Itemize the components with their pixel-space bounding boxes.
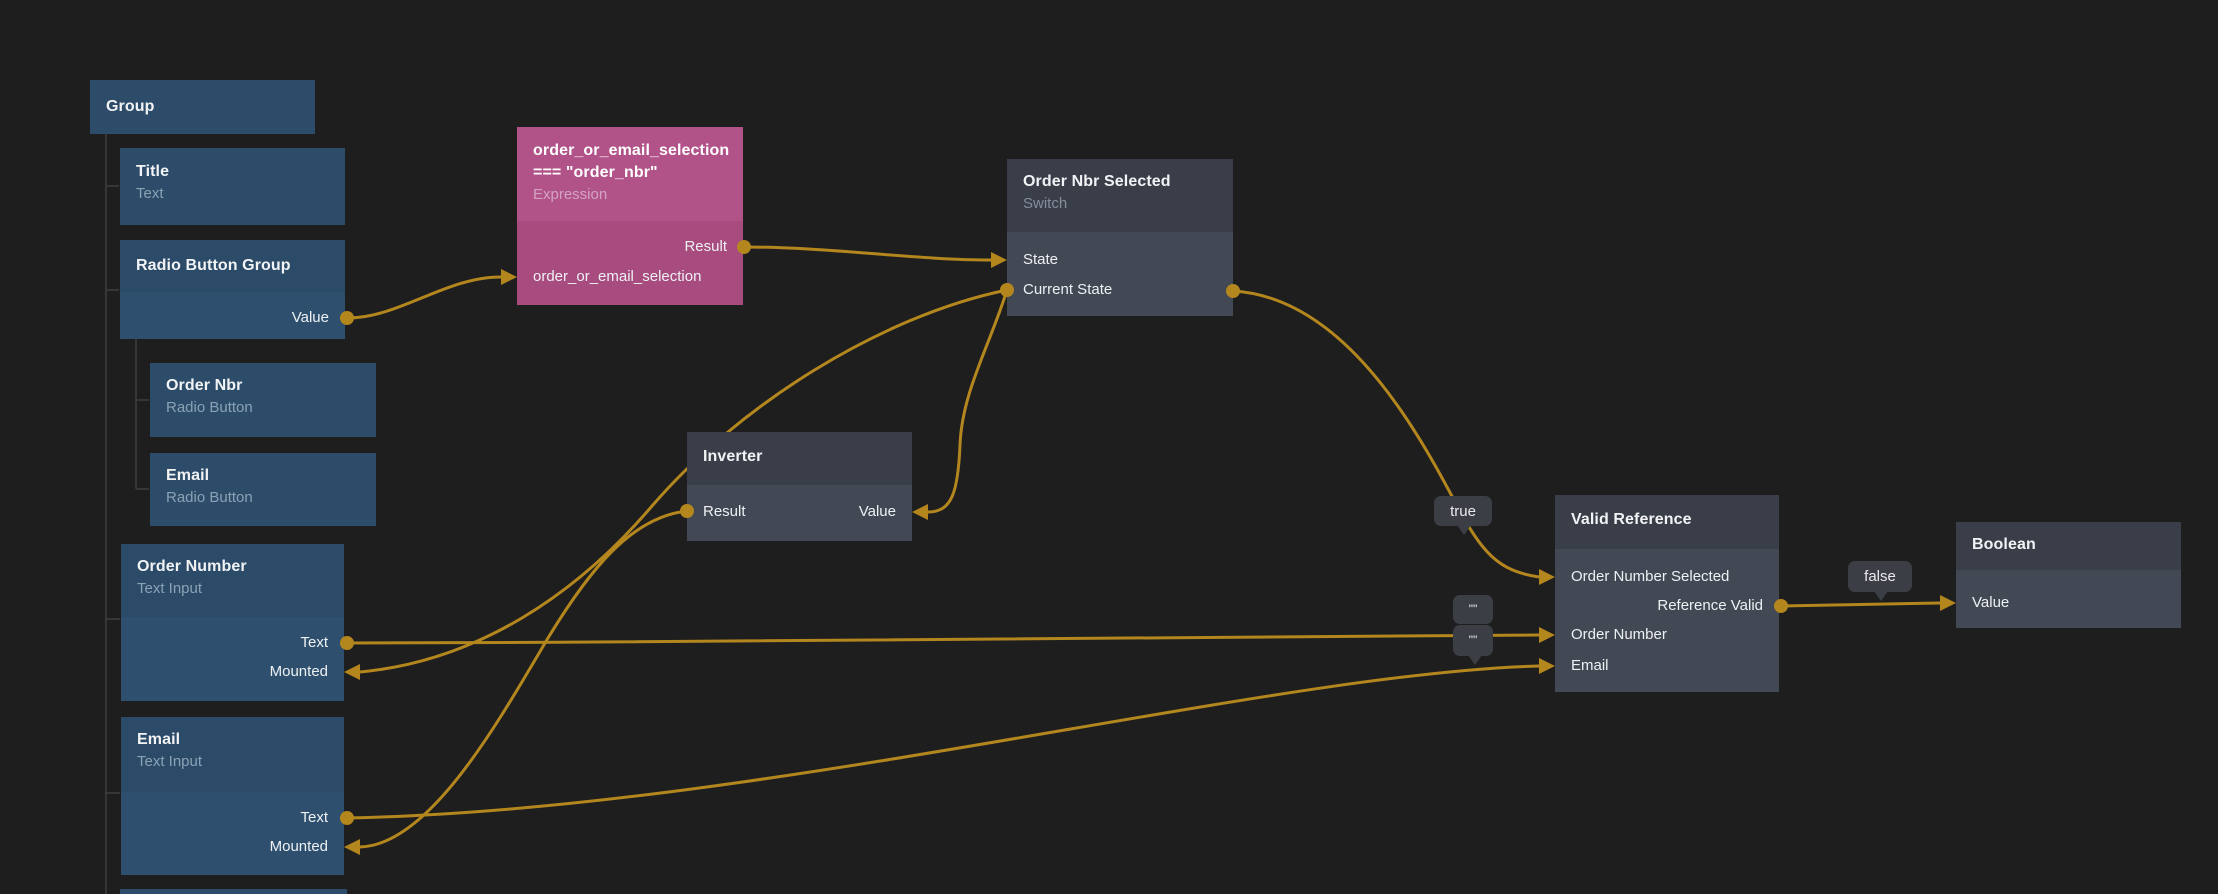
node-title-text[interactable]: Title Text <box>120 148 345 225</box>
node-inverter[interactable]: Inverter Result Value <box>687 432 912 541</box>
node-order-number-input-subtitle: Text Input <box>137 578 328 599</box>
node-group[interactable]: Group <box>90 80 315 134</box>
node-order-nbr-radio-subtitle: Radio Button <box>166 397 360 418</box>
badge-false-pointer <box>1874 591 1888 601</box>
node-order-number-input-title: Order Number <box>137 556 328 578</box>
badge-empty-string-email: "" <box>1453 625 1493 656</box>
port-dot-email-text[interactable] <box>340 811 354 825</box>
wire-email-text-to-validreference[interactable] <box>347 666 1539 818</box>
node-valid-reference-title: Valid Reference <box>1571 509 1763 531</box>
node-partial-bottom[interactable] <box>120 889 347 894</box>
port-arrow-boolean-value[interactable] <box>1940 595 1956 611</box>
wire-referencevalid-to-boolean-value[interactable] <box>1781 603 1940 606</box>
node-title-text-subtitle: Text <box>136 183 329 204</box>
port-label-vr-order-number-selected: Order Number Selected <box>1571 567 1729 587</box>
node-order-nbr-radio-title: Order Nbr <box>166 375 360 397</box>
port-arrow-email-mounted[interactable] <box>344 839 360 855</box>
node-email-radio-title: Email <box>166 465 360 487</box>
port-dot-reference-valid[interactable] <box>1774 599 1788 613</box>
node-boolean[interactable]: Boolean Value <box>1956 522 2181 628</box>
port-label-switch-state: State <box>1023 250 1058 270</box>
port-dot-expression-result[interactable] <box>737 240 751 254</box>
node-email-radio[interactable]: Email Radio Button <box>150 453 376 526</box>
port-dot-inverter-result[interactable] <box>680 504 694 518</box>
port-label-ordernumber-text: Text <box>300 633 328 653</box>
node-group-title: Group <box>90 96 155 118</box>
port-arrow-switch-state[interactable] <box>991 252 1007 268</box>
node-email-input-subtitle: Text Input <box>137 751 328 772</box>
wire-ordernumber-text-to-validreference[interactable] <box>347 635 1539 643</box>
port-label-boolean-value: Value <box>1972 593 2009 613</box>
port-label-inverter-value: Value <box>859 502 896 522</box>
node-boolean-title: Boolean <box>1972 534 2165 556</box>
port-arrow-vr-order-number[interactable] <box>1539 627 1555 643</box>
wire-switch-currentstate-to-inverter-value[interactable] <box>928 290 1007 512</box>
node-expression-subtitle: Expression <box>533 184 727 205</box>
badge-true: true <box>1434 496 1492 526</box>
port-arrow-ordernumber-mounted[interactable] <box>344 664 360 680</box>
port-label-expression-result: Result <box>684 237 727 257</box>
port-dot-ordernumber-text[interactable] <box>340 636 354 650</box>
node-switch-subtitle: Switch <box>1023 193 1217 214</box>
badge-empty-string-order-number: "" <box>1453 595 1493 624</box>
node-email-input[interactable]: Email Text Input Text Mounted <box>121 717 344 875</box>
node-switch[interactable]: Order Nbr Selected Switch State Current … <box>1007 159 1233 316</box>
port-dot-radiogroup-value[interactable] <box>340 311 354 325</box>
port-label-ordernumber-mounted: Mounted <box>270 662 328 682</box>
node-editor-canvas[interactable]: Group Title Text Radio Button Group Valu… <box>0 0 2218 894</box>
port-dot-switch-current-state-right[interactable] <box>1226 284 1240 298</box>
node-order-number-input[interactable]: Order Number Text Input Text Mounted <box>121 544 344 701</box>
port-label-email-mounted: Mounted <box>270 837 328 857</box>
node-switch-title: Order Nbr Selected <box>1023 171 1217 193</box>
node-email-radio-subtitle: Radio Button <box>166 487 360 508</box>
port-label-vr-order-number: Order Number <box>1571 625 1667 645</box>
port-label-switch-current-state: Current State <box>1023 280 1112 300</box>
port-arrow-inverter-value[interactable] <box>912 504 928 520</box>
port-arrow-expression-input[interactable] <box>501 269 517 285</box>
wire-expression-result-to-switch-state[interactable] <box>744 247 991 260</box>
port-dot-switch-current-state-left[interactable] <box>1000 283 1014 297</box>
port-label-expression-input: order_or_email_selection <box>533 267 701 287</box>
wire-radiogroup-value-to-expression[interactable] <box>347 277 501 318</box>
node-title-text-title: Title <box>136 161 329 183</box>
port-arrow-vr-email[interactable] <box>1539 658 1555 674</box>
node-valid-reference[interactable]: Valid Reference Order Number Selected Re… <box>1555 495 1779 692</box>
node-radio-button-group[interactable]: Radio Button Group Value <box>120 240 345 339</box>
node-inverter-title: Inverter <box>703 446 896 468</box>
node-email-input-title: Email <box>137 729 328 751</box>
port-arrow-vr-order-number-selected[interactable] <box>1539 569 1555 585</box>
node-expression-title: order_or_email_selection === "order_nbr" <box>533 140 727 184</box>
port-label-vr-email: Email <box>1571 656 1609 676</box>
badge-true-pointer <box>1457 525 1471 535</box>
node-expression[interactable]: order_or_email_selection === "order_nbr"… <box>517 127 743 305</box>
node-radio-button-group-title: Radio Button Group <box>136 255 329 277</box>
port-label-inverter-result: Result <box>703 502 746 522</box>
wire-switch-to-validreference-selected[interactable] <box>1233 291 1539 577</box>
node-order-nbr-radio[interactable]: Order Nbr Radio Button <box>150 363 376 437</box>
badge-false: false <box>1848 561 1912 592</box>
badge-empty-string-pointer <box>1468 655 1482 665</box>
port-label-vr-reference-valid: Reference Valid <box>1657 596 1763 616</box>
port-label-radiogroup-value: Value <box>292 308 329 328</box>
port-label-email-text: Text <box>300 808 328 828</box>
